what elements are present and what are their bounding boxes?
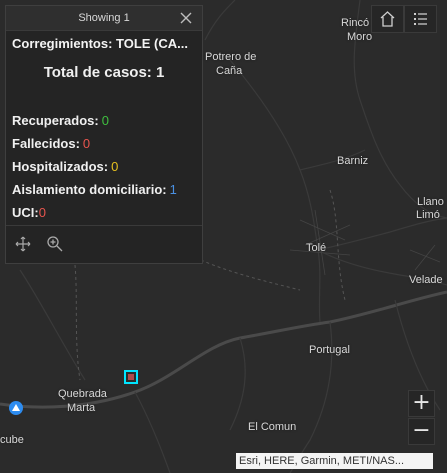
popup-stat-value: 0 — [82, 136, 91, 151]
popup-stat-row: Aislamiento domiciliario: 1 — [12, 178, 196, 201]
home-icon — [380, 11, 395, 27]
popup-stat-value: 1 — [169, 182, 177, 197]
place-label-rincon-moro: Rincó — [341, 17, 370, 29]
legend-list-button[interactable] — [404, 5, 437, 33]
place-label-barniz: Barniz — [337, 155, 369, 167]
place-label-rincon-moro-2: Moro — [347, 31, 373, 43]
list-icon — [414, 13, 427, 25]
popup-feature-title: Corregimientos: TOLE (CA... — [12, 36, 188, 51]
place-label-cube: cube — [0, 434, 24, 446]
place-label-tole: Tolé — [306, 242, 327, 254]
place-label-potrero: Potrero de — [205, 51, 257, 63]
place-label-quebrada: Quebrada — [58, 388, 107, 400]
popup-stat-label: Recuperados: — [12, 113, 99, 128]
popup-stat-row: UCI:0 — [12, 201, 196, 224]
place-label-portugal: Portugal — [309, 344, 350, 356]
popup-header: Showing 1 — [6, 6, 202, 31]
place-label-llano-2: Limó — [416, 209, 440, 221]
popup-stat-value: 0 — [101, 113, 109, 128]
place-label-el-comun: El Comun — [248, 421, 297, 433]
popup-stat-label: Fallecidos: — [12, 136, 80, 151]
feature-popup: Showing 1 Corregimientos: TOLE (CA... To… — [5, 5, 203, 264]
place-label-potrero-2: Caña — [216, 65, 243, 77]
popup-stat-value: 0 — [111, 159, 119, 174]
popup-stat-label: UCI: — [12, 205, 39, 220]
zoom-to-icon[interactable] — [46, 235, 64, 253]
popup-total-cases: Total de casos: 1 — [43, 64, 165, 81]
selected-feature-marker — [128, 374, 134, 380]
popup-footer — [6, 225, 202, 263]
popup-stats-list: Recuperados: 0 Fallecidos: 0 Hospitalizados:… — [12, 109, 196, 224]
move-icon[interactable] — [14, 235, 32, 253]
zoom-out-button[interactable]: − — [408, 418, 435, 445]
popup-stat-value: 0 — [38, 205, 46, 220]
map-attribution[interactable]: Esri, HERE, Garmin, METI/NAS... — [236, 453, 433, 469]
popup-body: Corregimientos: TOLE (CA... Total de cas… — [6, 31, 202, 224]
zoom-in-button[interactable]: + — [408, 390, 435, 417]
home-button[interactable] — [371, 5, 404, 33]
popup-stat-label: Hospitalizados: — [12, 159, 109, 174]
popup-header-title: Showing 1 — [78, 12, 130, 24]
place-label-llano: Llano — [417, 196, 444, 208]
close-icon[interactable] — [178, 10, 194, 26]
popup-stat-row: Recuperados: 0 — [12, 109, 196, 132]
popup-stat-row: Hospitalizados: 0 — [12, 155, 196, 178]
popup-stat-row: Fallecidos: 0 — [12, 132, 196, 155]
place-label-velade: Velade — [409, 274, 443, 286]
place-label-quebrada-2: Marta — [67, 402, 96, 414]
popup-stat-label: Aislamiento domiciliario: — [12, 182, 167, 197]
